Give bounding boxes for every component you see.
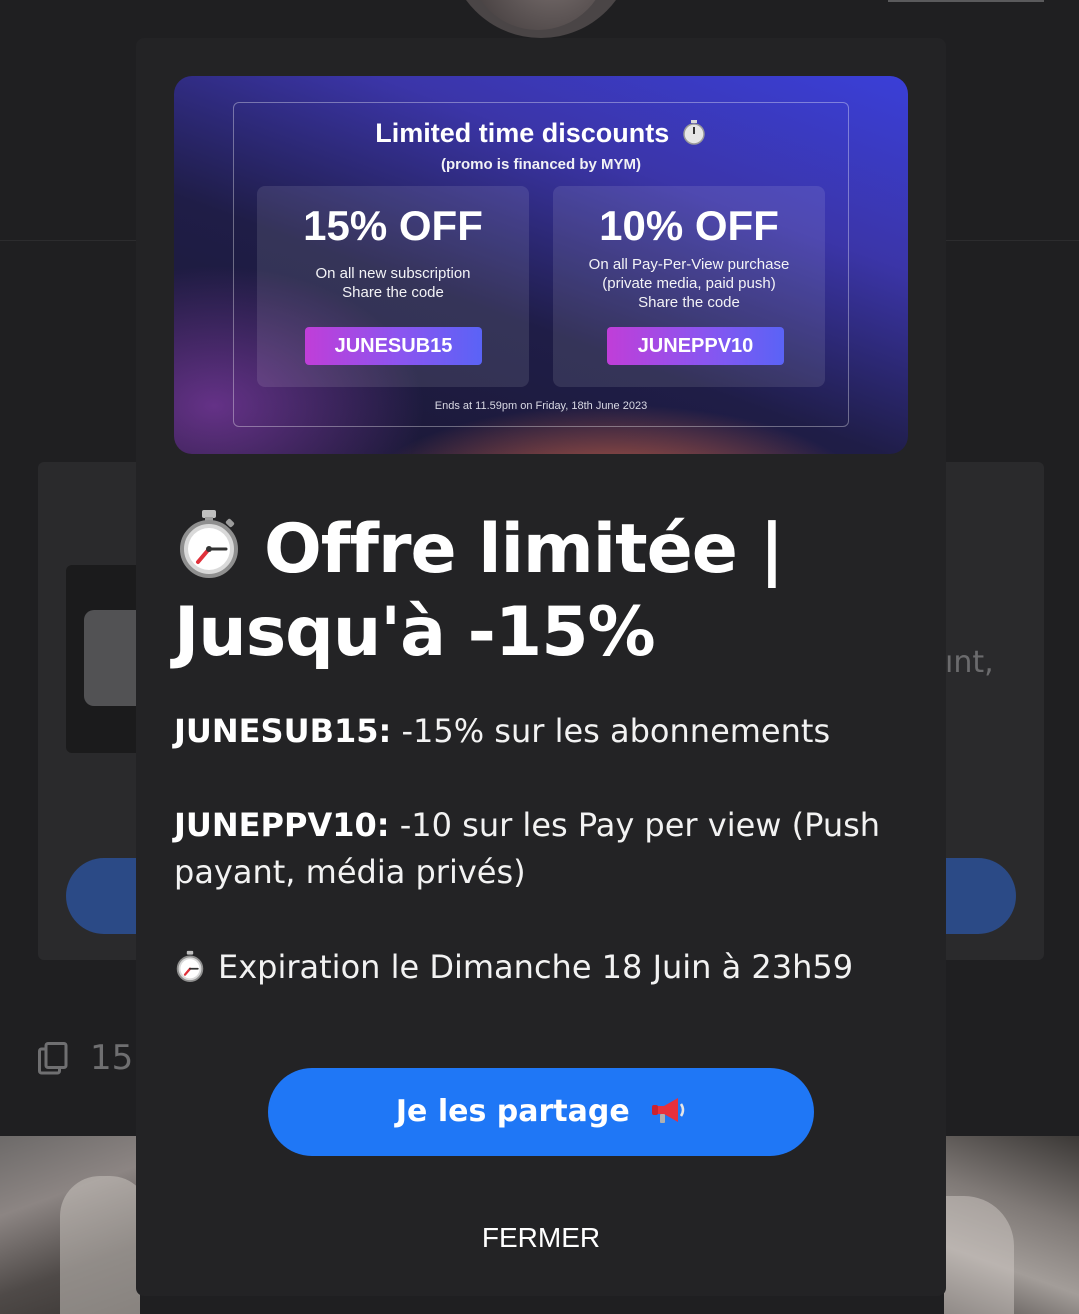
megaphone-icon	[652, 1098, 685, 1123]
background-text: ınt,	[945, 645, 994, 680]
share-button-label: Je les partage	[395, 1094, 630, 1129]
banner-end-date: Ends at 11.59pm on Friday, 18th June 202…	[434, 400, 648, 412]
stopwatch-icon	[176, 950, 204, 982]
banner-subtitle: (promo is financed by MYM)	[440, 156, 641, 173]
profile-avatar	[448, 0, 634, 38]
subscription-offer-text: JUNESUB15: -15% sur les abonnements	[174, 708, 914, 755]
expiration-text: Expiration le Dimanche 18 Juin à 23h59	[174, 944, 914, 991]
promo-modal: Limited time discounts (promo is finance…	[136, 38, 946, 1296]
close-button[interactable]: FERMER	[441, 1216, 641, 1260]
promo-banner: Limited time discounts (promo is finance…	[174, 76, 908, 454]
ppv-code: JUNEPPV10:	[174, 806, 390, 844]
offer-line: (private media, paid push)	[602, 275, 776, 292]
expiration-label: Expiration le Dimanche 18 Juin à 23h59	[218, 948, 854, 986]
banner-title: Limited time discounts	[174, 118, 908, 149]
offer-description: On all new subscription Share the code	[257, 264, 529, 302]
banner-title-text: Limited time discounts	[375, 118, 670, 148]
offer-line: Share the code	[638, 294, 740, 311]
modal-title-text: Offre limitée | Jusqu'à -15%	[174, 510, 784, 672]
offer-description: On all Pay-Per-View purchase (private me…	[553, 255, 825, 312]
subscription-code: JUNESUB15:	[174, 712, 392, 750]
top-divider	[888, 0, 1044, 2]
copy-icon	[38, 1042, 68, 1075]
promo-offer-ppv: 10% OFF On all Pay-Per-View purchase (pr…	[553, 186, 825, 387]
share-button[interactable]: Je les partage	[268, 1068, 814, 1156]
offer-line: On all Pay-Per-View purchase	[588, 256, 790, 273]
offer-line: Share the code	[342, 284, 444, 301]
ppv-offer-text: JUNEPPV10: -10 sur les Pay per view (Pus…	[174, 802, 914, 896]
stopwatch-icon	[180, 510, 238, 578]
modal-title: Offre limitée | Jusqu'à -15%	[174, 508, 914, 674]
background-photo	[0, 1136, 140, 1314]
promo-code-badge: JUNEPPV10	[607, 327, 784, 365]
background-photo	[944, 1136, 1079, 1314]
stopwatch-icon	[683, 120, 705, 145]
promo-code-badge: JUNESUB15	[305, 327, 482, 365]
subscription-description: -15% sur les abonnements	[391, 712, 831, 750]
offer-percent: 15% OFF	[303, 202, 483, 249]
promo-offer-subscription: 15% OFF On all new subscription Share th…	[257, 186, 529, 387]
offer-percent: 10% OFF	[599, 202, 779, 249]
offer-line: On all new subscription	[315, 265, 471, 282]
